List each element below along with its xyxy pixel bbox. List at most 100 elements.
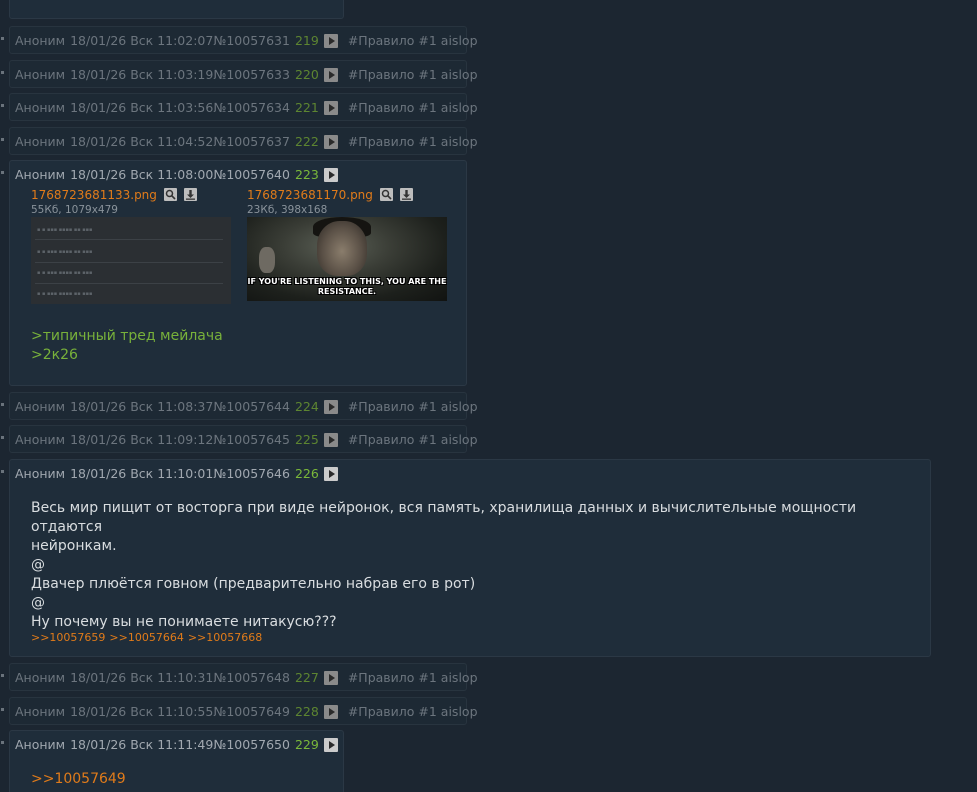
post-date: 18/01/26 Вск 11:09:12 [70,432,214,447]
post-author: Аноним [15,432,66,447]
post-date: 18/01/26 Вск 11:11:49 [70,737,214,752]
post-marker [1,403,4,406]
post-author: Аноним [15,399,66,414]
post-author: Аноним [15,100,66,115]
file-name-link[interactable]: 1768723681170.png [247,188,373,202]
post-partial-top [9,0,344,19]
file-thumbnail[interactable]: IF YOU'RE LISTENING TO THIS, YOU ARE THE… [247,216,447,301]
post-number[interactable]: №10057644 [213,399,290,415]
post-number[interactable]: №10057648 [213,670,290,686]
post-marker [1,708,4,711]
file-thumbnail[interactable]: ▪ ▪ ▪▪▪ ▪▪▪▪ ▪▪ ▪▪▪ ▪ ▪ ▪▪▪ ▪▪▪▪ ▪▪ ▪▪▪ … [31,216,231,304]
file-meta: 55Кб, 1079x479 [31,203,118,216]
reply-link[interactable]: >>10057668 [188,631,262,644]
post-226: Аноним 18/01/26 Вск 11:10:01 №10057646 2… [9,459,931,657]
post-author: Аноним [15,670,66,685]
thread-page: Аноним 18/01/26 Вск 11:02:07 №10057631 2… [0,0,977,792]
post-count: 221 [294,100,319,115]
image-caption: IF YOU'RE LISTENING TO THIS, YOU ARE THE… [247,276,447,296]
post-header: Аноним 18/01/26 Вск 11:08:00 №10057640 2… [15,167,338,183]
post-author: Аноним [15,134,66,149]
post-hidden-228[interactable]: Аноним 18/01/26 Вск 11:10:55 №10057649 2… [9,697,478,725]
play-icon[interactable] [323,738,338,752]
post-marker [1,37,4,40]
download-icon[interactable] [399,188,413,201]
post-header: Аноним 18/01/26 Вск 11:08:37 №10057644 2… [15,399,478,415]
post-number[interactable]: №10057634 [213,100,290,116]
post-hidden-220[interactable]: Аноним 18/01/26 Вск 11:03:19 №10057633 2… [9,60,478,88]
play-icon[interactable] [323,68,338,82]
play-icon[interactable] [323,34,338,48]
play-icon[interactable] [323,705,338,719]
file-name-link[interactable]: 1768723681133.png [31,188,157,202]
message-line: Двачер плюётся говном (предварительно на… [31,576,476,592]
post-header: Аноним 18/01/26 Вск 11:10:01 №10057646 2… [15,466,338,482]
post-date: 18/01/26 Вск 11:04:52 [70,134,214,149]
post-count: 226 [294,466,319,481]
post-number[interactable]: №10057645 [213,432,290,448]
download-icon[interactable] [183,188,197,201]
post-number[interactable]: №10057646 [213,466,290,482]
post-hidden-225[interactable]: Аноним 18/01/26 Вск 11:09:12 №10057645 2… [9,425,478,453]
post-author: Аноним [15,67,66,82]
reply-link[interactable]: >>10057659 [31,631,105,644]
post-hidden-219[interactable]: Аноним 18/01/26 Вск 11:02:07 №10057631 2… [9,26,478,54]
post-tag: #Правило #1 aislop [347,100,478,115]
search-icon[interactable] [163,188,177,201]
reply-link[interactable]: >>10057649 [31,771,126,787]
post-header: Аноним 18/01/26 Вск 11:03:19 №10057633 2… [15,67,478,83]
post-date: 18/01/26 Вск 11:03:19 [70,67,214,82]
post-file-2: 1768723681170.png 23Кб, 398x168 IF YOU'R… [247,187,447,301]
post-date: 18/01/26 Вск 11:10:01 [70,466,214,481]
post-count: 224 [294,399,319,414]
post-tag: #Правило #1 aislop [347,399,478,414]
post-message: >>10057649 [31,770,126,789]
post-hidden-224[interactable]: Аноним 18/01/26 Вск 11:08:37 №10057644 2… [9,392,478,420]
play-icon[interactable] [323,400,338,414]
post-marker [1,71,4,74]
post-author: Аноним [15,737,66,752]
post-count: 219 [294,33,319,48]
post-header: Аноним 18/01/26 Вск 11:03:56 №10057634 2… [15,100,478,116]
post-number[interactable]: №10057649 [213,704,290,720]
post-marker [1,674,4,677]
post-tag: #Правило #1 aislop [347,67,478,82]
post-number[interactable]: №10057640 [213,167,290,183]
play-icon[interactable] [323,168,338,182]
post-number[interactable]: №10057637 [213,134,290,150]
post-marker [1,741,4,744]
post-hidden-227[interactable]: Аноним 18/01/26 Вск 11:10:31 №10057648 2… [9,663,478,691]
post-message: >типичный тред мейлача >2к26 [31,327,223,365]
post-count: 227 [294,670,319,685]
play-icon[interactable] [323,467,338,481]
post-count: 225 [294,432,319,447]
post-hidden-222[interactable]: Аноним 18/01/26 Вск 11:04:52 №10057637 2… [9,127,478,155]
greentext-line: >типичный тред мейлача [31,328,223,344]
file-meta: 23Кб, 398x168 [247,203,328,216]
post-file-1: 1768723681133.png 55Кб, 1079x479 ▪ ▪ ▪▪▪… [31,187,231,304]
post-date: 18/01/26 Вск 11:08:00 [70,167,214,182]
search-icon[interactable] [379,188,393,201]
post-223: Аноним 18/01/26 Вск 11:08:00 №10057640 2… [9,160,467,386]
post-header: Аноним 18/01/26 Вск 11:10:31 №10057648 2… [15,670,478,686]
post-date: 18/01/26 Вск 11:03:56 [70,100,214,115]
reply-link[interactable]: >>10057664 [109,631,183,644]
play-icon[interactable] [323,433,338,447]
play-icon[interactable] [323,671,338,685]
post-author: Аноним [15,466,66,481]
message-line: @ [31,595,45,611]
post-number[interactable]: №10057650 [213,737,290,753]
message-line: Ну почему вы не понимаете нитакусю??? [31,614,337,630]
play-icon[interactable] [323,101,338,115]
post-count: 229 [294,737,319,752]
post-number[interactable]: №10057633 [213,67,290,83]
post-marker [1,470,4,473]
post-count: 222 [294,134,319,149]
post-count: 220 [294,67,319,82]
post-tag: #Правило #1 aislop [347,432,478,447]
post-tag: #Правило #1 aislop [347,134,478,149]
play-icon[interactable] [323,135,338,149]
post-number[interactable]: №10057631 [213,33,290,49]
post-marker [1,104,4,107]
post-hidden-221[interactable]: Аноним 18/01/26 Вск 11:03:56 №10057634 2… [9,93,478,121]
